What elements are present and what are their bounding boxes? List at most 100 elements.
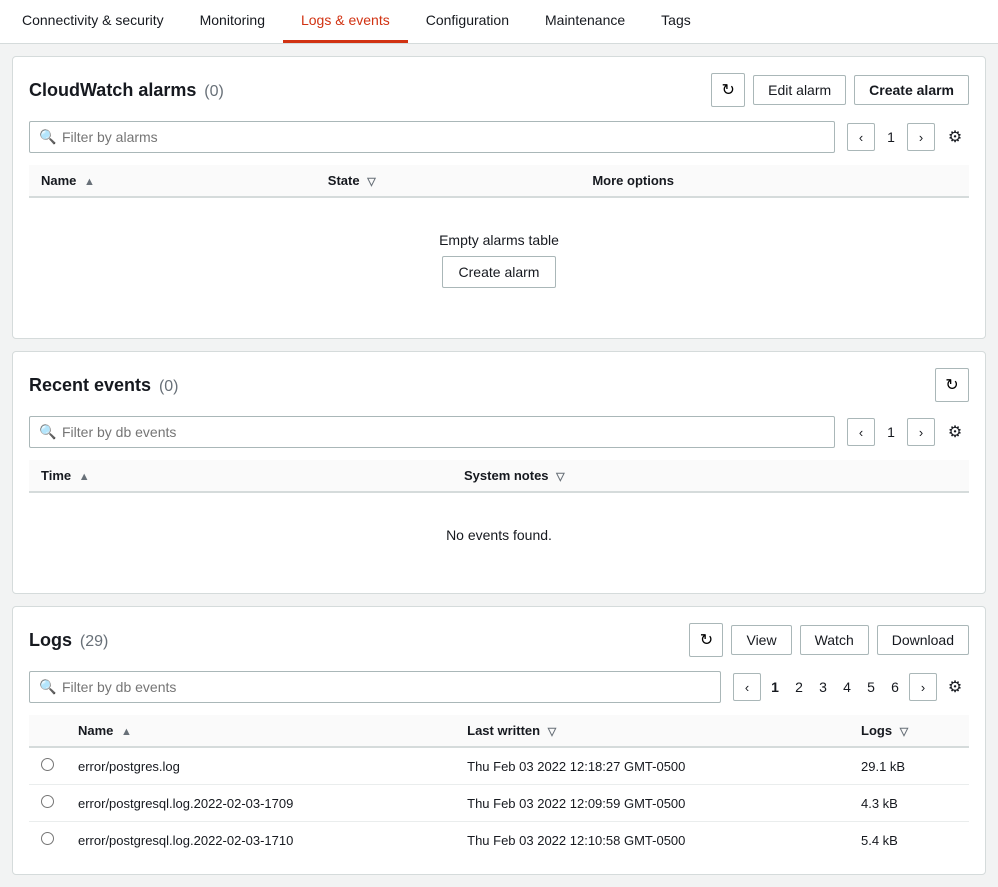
search-icon: 🔍 [39, 424, 56, 441]
logs-header: Logs (29) ↻ View Watch Download [29, 623, 969, 657]
cloudwatch-prev-button[interactable]: ‹ [847, 123, 875, 151]
recent-events-col-time: Time ▲ [29, 460, 452, 492]
recent-events-title-wrap: Recent events (0) [29, 375, 179, 396]
logs-name-sort-icon[interactable]: ▲ [121, 726, 132, 738]
logs-table-header-row: Name ▲ Last written ▽ Logs ▽ [29, 715, 969, 747]
log-size-1: 4.3 kB [849, 785, 969, 822]
cloudwatch-settings-icon[interactable]: ⚙ [941, 123, 969, 151]
recent-events-table: Time ▲ System notes ▽ No events found. [29, 460, 969, 577]
tab-configuration[interactable]: Configuration [408, 0, 527, 43]
cloudwatch-pagination: ‹ 1 › ⚙ [847, 123, 969, 151]
cloudwatch-filter-row: 🔍 ‹ 1 › ⚙ [29, 121, 969, 153]
log-written-2: Thu Feb 03 2022 12:10:58 GMT-0500 [455, 822, 849, 859]
logs-table: Name ▲ Last written ▽ Logs ▽ error/postg… [29, 715, 969, 858]
create-alarm-inline-button[interactable]: Create alarm [442, 256, 557, 288]
recent-events-count: (0) [159, 378, 179, 395]
recent-events-section: Recent events (0) ↻ 🔍 ‹ 1 › ⚙ Time ▲ Sys… [12, 351, 986, 594]
logs-search-wrap: 🔍 [29, 671, 721, 703]
logs-prev-button[interactable]: ‹ [733, 673, 761, 701]
cloudwatch-col-options: More options [580, 165, 969, 197]
logs-table-body: error/postgres.log Thu Feb 03 2022 12:18… [29, 747, 969, 858]
logs-col-name: Name ▲ [66, 715, 455, 747]
logs-count: (29) [80, 633, 108, 650]
cloudwatch-search-wrap: 🔍 [29, 121, 835, 153]
log-name-2: error/postgresql.log.2022-02-03-1710 [66, 822, 455, 859]
tab-connectivity[interactable]: Connectivity & security [4, 0, 182, 43]
tab-monitoring[interactable]: Monitoring [182, 0, 283, 43]
log-row-radio-1[interactable] [41, 795, 54, 808]
recent-events-col-notes: System notes ▽ [452, 460, 969, 492]
recent-events-search-wrap: 🔍 [29, 416, 835, 448]
search-icon: 🔍 [39, 679, 56, 696]
recent-events-header-row: Time ▲ System notes ▽ [29, 460, 969, 492]
tab-logs[interactable]: Logs & events [283, 0, 408, 43]
cloudwatch-table: Name ▲ State ▽ More options Empty alarms… [29, 165, 969, 322]
cloudwatch-next-button[interactable]: › [907, 123, 935, 151]
logs-watch-button[interactable]: Watch [800, 625, 869, 655]
log-row-radio-0[interactable] [41, 758, 54, 771]
recent-events-empty-row: No events found. [29, 492, 969, 577]
cloudwatch-empty-row: Empty alarms table Create alarm [29, 197, 969, 322]
tab-maintenance[interactable]: Maintenance [527, 0, 643, 43]
cloudwatch-filter-input[interactable] [29, 121, 835, 153]
tabs-bar: Connectivity & securityMonitoringLogs & … [0, 0, 998, 44]
log-size-2: 5.4 kB [849, 822, 969, 859]
recent-events-settings-icon[interactable]: ⚙ [941, 418, 969, 446]
log-written-0: Thu Feb 03 2022 12:18:27 GMT-0500 [455, 747, 849, 785]
logs-refresh-button[interactable]: ↻ [689, 623, 723, 657]
edit-alarm-button[interactable]: Edit alarm [753, 75, 846, 105]
recent-events-title: Recent events [29, 375, 151, 395]
logs-view-button[interactable]: View [731, 625, 791, 655]
recent-events-page-number: 1 [881, 424, 901, 440]
create-alarm-button[interactable]: Create alarm [854, 75, 969, 105]
logs-col-radio [29, 715, 66, 747]
logs-written-sort-icon[interactable]: ▽ [548, 726, 556, 738]
notes-sort-icon[interactable]: ▽ [556, 471, 564, 483]
cloudwatch-col-name: Name ▲ [29, 165, 316, 197]
cloudwatch-empty-msg: Empty alarms table Create alarm [41, 208, 957, 312]
logs-filter-row: 🔍 ‹ 1 2 3 4 5 6 › ⚙ [29, 671, 969, 703]
cloudwatch-header: CloudWatch alarms (0) ↻ Edit alarm Creat… [29, 73, 969, 107]
cloudwatch-actions: ↻ Edit alarm Create alarm [711, 73, 969, 107]
logs-page-5[interactable]: 5 [861, 677, 881, 697]
logs-page-4[interactable]: 4 [837, 677, 857, 697]
log-written-1: Thu Feb 03 2022 12:09:59 GMT-0500 [455, 785, 849, 822]
log-row-radio-2[interactable] [41, 832, 54, 845]
log-name-0: error/postgres.log [66, 747, 455, 785]
logs-next-button[interactable]: › [909, 673, 937, 701]
time-sort-icon[interactable]: ▲ [79, 471, 90, 483]
logs-download-button[interactable]: Download [877, 625, 969, 655]
logs-size-sort-icon[interactable]: ▽ [900, 726, 908, 738]
logs-page-6[interactable]: 6 [885, 677, 905, 697]
cloudwatch-page-number: 1 [881, 129, 901, 145]
recent-events-next-button[interactable]: › [907, 418, 935, 446]
logs-filter-input[interactable] [29, 671, 721, 703]
search-icon: 🔍 [39, 129, 56, 146]
recent-events-prev-button[interactable]: ‹ [847, 418, 875, 446]
table-row: error/postgres.log Thu Feb 03 2022 12:18… [29, 747, 969, 785]
logs-page-2[interactable]: 2 [789, 677, 809, 697]
logs-col-last-written: Last written ▽ [455, 715, 849, 747]
recent-events-refresh-button[interactable]: ↻ [935, 368, 969, 402]
logs-page-1[interactable]: 1 [765, 677, 785, 697]
logs-page-3[interactable]: 3 [813, 677, 833, 697]
table-row: error/postgresql.log.2022-02-03-1709 Thu… [29, 785, 969, 822]
recent-events-filter-input[interactable] [29, 416, 835, 448]
recent-events-filter-row: 🔍 ‹ 1 › ⚙ [29, 416, 969, 448]
table-row: error/postgresql.log.2022-02-03-1710 Thu… [29, 822, 969, 859]
logs-settings-icon[interactable]: ⚙ [941, 673, 969, 701]
cloudwatch-title-wrap: CloudWatch alarms (0) [29, 80, 224, 101]
cloudwatch-section: CloudWatch alarms (0) ↻ Edit alarm Creat… [12, 56, 986, 339]
logs-col-logs: Logs ▽ [849, 715, 969, 747]
logs-pagination: ‹ 1 2 3 4 5 6 › ⚙ [733, 673, 969, 701]
cloudwatch-col-state: State ▽ [316, 165, 581, 197]
recent-events-pagination: ‹ 1 › ⚙ [847, 418, 969, 446]
cloudwatch-refresh-button[interactable]: ↻ [711, 73, 745, 107]
log-name-1: error/postgresql.log.2022-02-03-1709 [66, 785, 455, 822]
recent-events-empty-msg: No events found. [41, 503, 957, 567]
logs-actions: ↻ View Watch Download [689, 623, 969, 657]
state-sort-icon[interactable]: ▽ [367, 176, 375, 188]
cloudwatch-empty-text: Empty alarms table [65, 232, 933, 248]
name-sort-icon[interactable]: ▲ [84, 176, 95, 188]
tab-tags[interactable]: Tags [643, 0, 709, 43]
